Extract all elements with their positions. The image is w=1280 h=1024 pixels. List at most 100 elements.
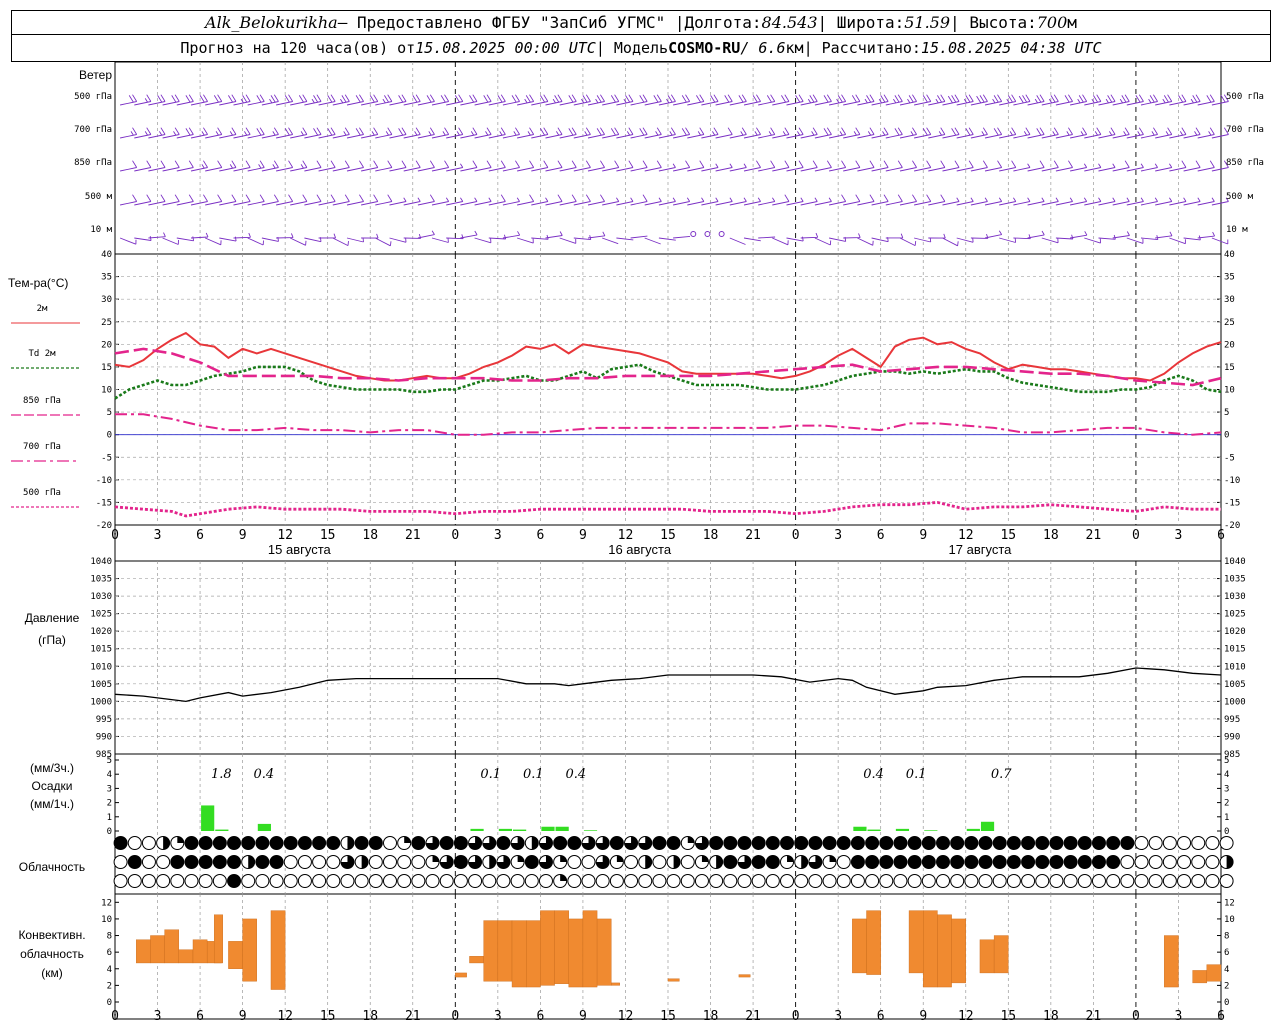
temp-legend-label: 850 гПа bbox=[23, 396, 61, 406]
wind-barb bbox=[545, 160, 563, 172]
wind-barb bbox=[247, 160, 265, 172]
wind-barb bbox=[928, 160, 946, 172]
wind-barb bbox=[502, 160, 520, 172]
cloud-cover-full bbox=[355, 836, 369, 850]
wind-barb bbox=[375, 160, 393, 172]
wind-barb bbox=[162, 194, 180, 206]
hour-tick-label: 3 bbox=[834, 528, 842, 543]
cloud-cover-circle bbox=[1177, 836, 1192, 850]
wind-barb bbox=[786, 127, 804, 139]
wind-barb bbox=[1041, 237, 1059, 244]
convective-label-line3: (км) bbox=[41, 966, 63, 980]
wind-barb bbox=[176, 127, 194, 139]
cloud-cover-full bbox=[255, 836, 269, 850]
precip-3h-label: 1.8 bbox=[211, 767, 232, 782]
cloud-cover-circle bbox=[212, 874, 227, 888]
wind-barb bbox=[148, 232, 166, 239]
wind-barb bbox=[800, 127, 818, 139]
cloud-cover-full bbox=[567, 836, 581, 850]
cloud-cover-circle bbox=[113, 855, 128, 869]
wind-barb bbox=[431, 94, 450, 106]
cloud-cover-circle bbox=[524, 874, 539, 888]
cloud-cover-full bbox=[1106, 855, 1120, 869]
wind-barb bbox=[531, 234, 549, 240]
hour-tick-label: 15 bbox=[1000, 528, 1016, 543]
cloud-cover-full bbox=[454, 836, 468, 850]
convective-bar bbox=[979, 939, 995, 974]
cloud-cover-circle bbox=[113, 874, 128, 888]
cloud-cover-circle bbox=[581, 855, 596, 869]
cloud-cover-full bbox=[227, 874, 241, 888]
cloud-cover-circle bbox=[780, 874, 795, 888]
convective-bar bbox=[540, 910, 555, 986]
convective-bar bbox=[526, 920, 541, 988]
cloud-cover-full bbox=[284, 836, 298, 850]
cloud-cover-full bbox=[199, 836, 213, 850]
wind-barb bbox=[474, 237, 492, 244]
cloud-cover-full bbox=[922, 855, 936, 869]
wind-barb bbox=[346, 194, 364, 206]
wind-barb bbox=[474, 160, 492, 172]
wind-barb bbox=[531, 94, 549, 106]
pressure-ytick-left: 1035 bbox=[90, 575, 112, 585]
wind-barb bbox=[1211, 237, 1229, 245]
wind-barb bbox=[772, 94, 790, 106]
wind-barb bbox=[488, 160, 506, 172]
wind-level-label-right: 10 м bbox=[1226, 225, 1248, 235]
cloud-cover-circle bbox=[1219, 836, 1234, 850]
wind-barb bbox=[517, 194, 535, 206]
wind-barb bbox=[800, 94, 818, 106]
convective-bar bbox=[908, 910, 924, 974]
wind-barb bbox=[219, 127, 237, 139]
wind-barb bbox=[261, 94, 279, 106]
pressure-ytick-right: 1000 bbox=[1224, 697, 1246, 707]
wind-barb bbox=[488, 194, 506, 206]
wind-barb bbox=[120, 160, 138, 172]
precip-ytick-right: 4 bbox=[1224, 770, 1229, 780]
wind-barb bbox=[871, 194, 889, 206]
convective-ytick-right: 0 bbox=[1224, 998, 1229, 1008]
wind-barb bbox=[545, 94, 563, 106]
wind-barb bbox=[1041, 127, 1059, 139]
wind-barb bbox=[134, 160, 152, 172]
wind-barb bbox=[361, 194, 379, 206]
wind-barb bbox=[829, 127, 847, 139]
wind-barb bbox=[1140, 94, 1158, 106]
cloud-cover-full bbox=[879, 836, 893, 850]
hour-tick-label: 21 bbox=[745, 528, 761, 543]
wind-barb bbox=[517, 160, 535, 172]
cloud-cover-circle bbox=[1077, 874, 1092, 888]
wind-barb bbox=[1055, 94, 1073, 106]
hour-tick-label: 18 bbox=[362, 528, 378, 543]
pressure-ytick-right: 1030 bbox=[1224, 592, 1246, 602]
wind-barb bbox=[247, 237, 264, 246]
cloud-cover-full bbox=[893, 836, 907, 850]
wind-barb bbox=[1112, 127, 1130, 139]
wind-barb bbox=[573, 160, 591, 172]
cloud-cover-partial bbox=[616, 855, 624, 862]
wind-barb bbox=[630, 94, 648, 106]
wind-barb bbox=[1013, 94, 1031, 106]
temp-ytick-right: 0 bbox=[1224, 431, 1229, 441]
cloud-cover-full bbox=[950, 855, 964, 869]
wind-barb bbox=[389, 94, 407, 106]
wind-barb bbox=[332, 127, 350, 139]
wind-level-label-right: 700 гПа bbox=[1226, 125, 1264, 135]
cloud-cover-partial bbox=[829, 855, 837, 862]
cloud-cover-full bbox=[652, 836, 666, 850]
precip-3h-label: 0.4 bbox=[254, 767, 275, 782]
pressure-ytick-left: 1005 bbox=[90, 680, 112, 690]
cloud-cover-full bbox=[440, 836, 454, 850]
temp-legend-label: 500 гПа bbox=[23, 488, 61, 498]
cloud-cover-full bbox=[454, 855, 468, 869]
cloud-cover-circle bbox=[425, 874, 440, 888]
wind-barb bbox=[658, 127, 676, 139]
wind-barb bbox=[559, 194, 577, 206]
wind-barb bbox=[701, 127, 719, 139]
wind-barb bbox=[573, 94, 591, 106]
cloud-cover-full bbox=[808, 836, 822, 850]
wind-barb bbox=[389, 160, 407, 172]
wind-barb bbox=[318, 94, 336, 106]
day-label: 16 августа bbox=[608, 542, 672, 557]
cloud-cover-circle bbox=[1205, 855, 1220, 869]
